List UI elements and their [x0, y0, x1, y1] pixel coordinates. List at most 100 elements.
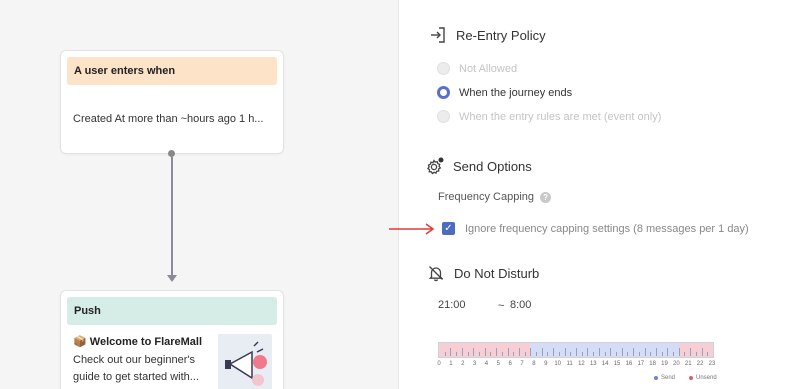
dnd-end-time[interactable]: 8:00 [510, 299, 531, 311]
ignore-capping-checkbox[interactable]: ✓ [442, 222, 455, 235]
timeline-tick [501, 352, 503, 356]
push-node-header: Push [67, 297, 277, 325]
legend-send-label: Send [661, 375, 676, 381]
hour-label: 1 [449, 361, 453, 367]
hour-label: 17 [637, 361, 645, 367]
red-arrow-icon [388, 222, 438, 240]
hour-label: 4 [484, 361, 489, 367]
reentry-section-title: Re-Entry Policy [428, 25, 546, 45]
timeline-tick [467, 352, 469, 356]
megaphone-icon [218, 334, 272, 389]
timeline-tick [644, 348, 646, 356]
dnd-time-separator: ~ [498, 300, 505, 312]
timeline-tick [633, 348, 635, 356]
hour-label: 22 [696, 361, 704, 367]
connector-handle[interactable] [168, 150, 175, 157]
hour-label: 3 [472, 361, 477, 367]
connector-arrow-icon [167, 275, 177, 282]
radio-entry-rules[interactable] [437, 110, 450, 123]
connector-line [171, 157, 173, 277]
hour-label: 2 [461, 361, 465, 367]
hour-label: 15 [613, 361, 621, 367]
timeline-tick [576, 348, 577, 356]
hour-label: 8 [532, 361, 536, 367]
hour-label: 18 [649, 361, 656, 367]
dnd-timeline [438, 342, 714, 358]
timeline-tick [558, 352, 560, 356]
timeline-tick [707, 352, 709, 356]
timeline-tick [667, 348, 669, 356]
ignore-capping-label: Ignore frequency capping settings (8 mes… [465, 222, 749, 235]
timeline-tick [496, 348, 498, 356]
help-icon[interactable]: ? [540, 191, 552, 203]
hour-label: 5 [496, 361, 501, 367]
timeline-tick [598, 348, 600, 356]
timeline-tick [621, 348, 623, 356]
timeline-tick [650, 352, 652, 356]
timeline-tick [513, 352, 515, 356]
timeline-tick [695, 352, 697, 356]
journey-canvas[interactable]: A user enters when Created At more than … [0, 0, 399, 389]
gear-icon [425, 156, 445, 176]
timeline-tick [655, 348, 657, 356]
legend-unsend-label: Unsend [696, 375, 717, 381]
send-options-title: Send Options [453, 158, 532, 174]
timeline-tick [553, 348, 555, 356]
timeline-tick [478, 352, 480, 356]
radio-journey-ends[interactable] [437, 86, 450, 99]
push-title-text: Welcome to FlareMall [89, 336, 203, 348]
push-body: Check out our beginner's guide to get st… [73, 354, 199, 383]
timeline-tick [638, 352, 640, 356]
hour-label: 9 [544, 361, 548, 367]
hour-label: 20 [673, 361, 680, 367]
radio-label-journey-ends: When the journey ends [459, 86, 573, 99]
timeline-tick [484, 348, 486, 356]
timeline-tick [701, 348, 703, 356]
timeline-tick [541, 348, 543, 356]
legend-unsend: Unsend [689, 375, 717, 381]
reentry-title: Re-Entry Policy [456, 27, 546, 43]
timeline-tick [518, 348, 520, 356]
timeline-tick [564, 348, 566, 356]
radio-label-not-allowed: Not Allowed [459, 62, 518, 75]
radio-not-allowed[interactable] [437, 62, 450, 75]
timeline-tick [661, 352, 663, 356]
reentry-option-not-allowed[interactable]: Not Allowed [437, 62, 517, 75]
reentry-option-entry-rules[interactable]: When the entry rules are met (event only… [437, 110, 661, 123]
frequency-capping-label: Frequency Capping ? [438, 191, 552, 203]
timeline-tick [547, 352, 549, 356]
timeline-tick [473, 348, 475, 356]
hour-label: 23 [708, 361, 716, 367]
hour-label: 6 [508, 361, 512, 367]
send-options-section-title: Send Options [425, 156, 532, 176]
timeline-tick [678, 348, 680, 356]
hour-label: 12 [578, 361, 585, 367]
push-node[interactable]: Push 📦 Welcome to FlareMall Check out ou… [60, 290, 284, 389]
timeline-tick [604, 352, 606, 356]
hour-label: 14 [601, 361, 609, 367]
legend-send: Send [654, 375, 675, 381]
timeline-tick [461, 348, 463, 356]
trigger-node[interactable]: A user enters when Created At more than … [60, 50, 284, 154]
timeline-tick [530, 348, 532, 356]
timeline-tick [627, 352, 629, 356]
hour-label: 21 [684, 361, 692, 367]
frequency-capping-text: Frequency Capping [438, 191, 535, 203]
dnd-start-time[interactable]: 21:00 [438, 299, 466, 311]
hour-label: 11 [566, 361, 573, 367]
radio-label-entry-rules: When the entry rules are met (event only… [459, 110, 662, 123]
hour-label: 0 [437, 361, 441, 367]
timeline-tick [450, 348, 452, 356]
timeline-tick [444, 352, 446, 356]
bell-off-icon [426, 263, 446, 283]
timeline-tick [507, 348, 509, 356]
reentry-option-journey-ends[interactable]: When the journey ends [437, 86, 572, 99]
send-dot-icon [654, 376, 658, 380]
timeline-tick [690, 348, 692, 356]
hour-label: 10 [554, 361, 562, 367]
ignore-capping-option[interactable]: ✓ Ignore frequency capping settings (8 m… [442, 222, 749, 235]
package-emoji-icon: 📦 [73, 336, 87, 348]
timeline-tick [593, 352, 595, 356]
timeline-tick [610, 348, 612, 356]
timeline-tick [684, 352, 686, 356]
